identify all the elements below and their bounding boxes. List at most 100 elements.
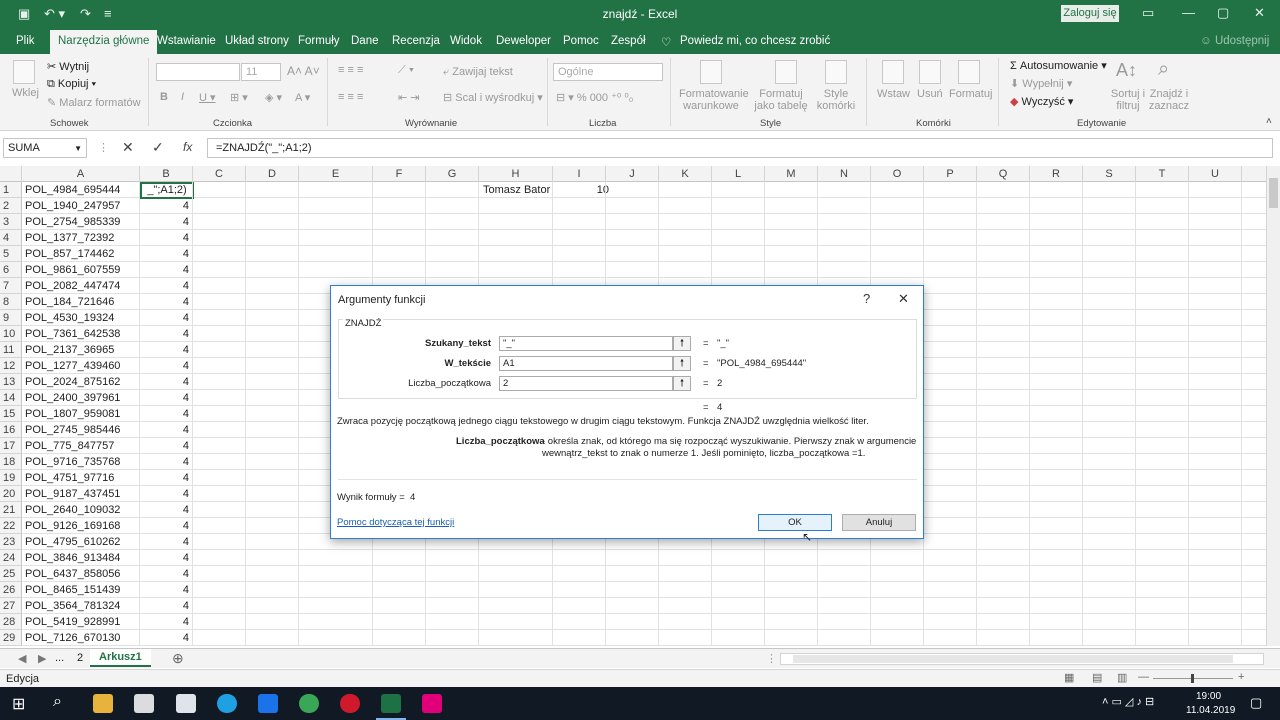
arg-input-2[interactable]: A1 [499, 356, 673, 371]
row-header[interactable]: 8 [0, 294, 22, 310]
minimize-icon[interactable]: — [1182, 5, 1195, 20]
cell-b[interactable]: 4 [140, 486, 192, 502]
underline-button[interactable]: U ▾ [199, 91, 216, 104]
conditional-format-button[interactable]: Formatowanie warunkowe [679, 88, 749, 112]
cell-b[interactable]: 4 [140, 438, 192, 454]
column-header-n[interactable]: N [818, 166, 871, 182]
tab-data[interactable]: Dane [351, 35, 379, 47]
copy-button[interactable]: ⧉ Kopiuj ▾ [47, 78, 96, 91]
format-cells-icon[interactable] [958, 60, 980, 84]
enter-formula-icon[interactable]: ✓ [152, 139, 164, 156]
maximize-icon[interactable]: ▢ [1217, 5, 1229, 21]
zoom-slider-thumb[interactable] [1191, 674, 1194, 683]
arg-collapse-1[interactable]: 🠕 [673, 336, 691, 351]
cell-b[interactable]: 4 [140, 310, 192, 326]
arg-collapse-2[interactable]: 🠕 [673, 356, 691, 371]
cell-b[interactable]: 4 [140, 230, 192, 246]
row-header[interactable]: 23 [0, 534, 22, 550]
page-break-view-icon[interactable]: ▥ [1117, 671, 1127, 684]
tab-formulas[interactable]: Formuły [298, 35, 340, 47]
row-header[interactable]: 24 [0, 550, 22, 566]
currency-icon[interactable]: ⊟ ▾ % 000 ⁺⁰ ⁰₀ [556, 91, 633, 104]
cell-i1[interactable]: 10 [558, 182, 609, 198]
left-align-icon[interactable]: ≡ ≡ ≡ [338, 91, 363, 103]
cell-a[interactable]: POL_9861_607559 [25, 262, 120, 278]
chrome-icon[interactable] [299, 694, 319, 713]
column-header-l[interactable]: L [712, 166, 765, 182]
search-icon[interactable]: ⌕ [53, 693, 62, 711]
cell-b[interactable]: 4 [140, 326, 192, 342]
store-icon[interactable] [134, 694, 154, 713]
help-link[interactable]: Pomoc dotycząca tej funkcji [337, 517, 454, 528]
cell-a[interactable]: POL_4795_610262 [25, 534, 120, 550]
row-header[interactable]: 26 [0, 582, 22, 598]
insert-cells-icon[interactable] [882, 60, 904, 84]
cell-b[interactable]: 4 [140, 406, 192, 422]
row-header[interactable]: 4 [0, 230, 22, 246]
cell-b[interactable]: 4 [140, 502, 192, 518]
row-header[interactable]: 5 [0, 246, 22, 262]
sheet-tab-arkusz1[interactable]: Arkusz1 [90, 649, 151, 667]
row-header[interactable]: 9 [0, 310, 22, 326]
find-icon[interactable]: ⌕ [1158, 58, 1169, 81]
paste-icon[interactable] [13, 60, 35, 84]
row-header[interactable]: 21 [0, 502, 22, 518]
cell-b[interactable]: 4 [140, 342, 192, 358]
tab-page-layout[interactable]: Układ strony [225, 35, 289, 47]
dialog-close-icon[interactable]: ✕ [898, 291, 909, 307]
tab-insert[interactable]: Wstawianie [157, 35, 216, 47]
cell-a[interactable]: POL_2137_36965 [25, 342, 114, 358]
cell-b[interactable]: 4 [140, 614, 192, 630]
cell-b[interactable]: 4 [140, 582, 192, 598]
find-select-button[interactable]: Znajdź i zaznacz [1147, 88, 1191, 112]
arg-collapse-3[interactable]: 🠕 [673, 376, 691, 391]
column-header-t[interactable]: T [1136, 166, 1189, 182]
cell-a[interactable]: POL_2082_447474 [25, 278, 120, 294]
bold-button[interactable]: B [160, 91, 168, 103]
cell-b[interactable]: 4 [140, 566, 192, 582]
name-box[interactable]: SUMA ▼ [3, 138, 87, 158]
cell-b[interactable]: 4 [140, 534, 192, 550]
horizontal-scrollbar[interactable] [780, 653, 1264, 665]
cell-a[interactable]: POL_3564_781324 [25, 598, 120, 614]
cell-b[interactable]: 4 [140, 598, 192, 614]
column-header-b[interactable]: B [140, 166, 193, 182]
format-cells-button[interactable]: Formatuj [949, 88, 992, 100]
column-header-m[interactable]: M [765, 166, 818, 182]
mail-icon[interactable] [176, 694, 196, 713]
tab-home[interactable]: Narzędzia główne [50, 30, 158, 54]
file-explorer-icon[interactable] [93, 694, 113, 713]
telekom-icon[interactable] [422, 694, 442, 713]
page-layout-view-icon[interactable]: ▤ [1092, 671, 1102, 684]
cell-a[interactable]: POL_8465_151439 [25, 582, 120, 598]
row-header[interactable]: 29 [0, 630, 22, 646]
row-header[interactable]: 2 [0, 198, 22, 214]
cell-b[interactable]: 4 [140, 454, 192, 470]
font-color-icon[interactable]: A ▾ [295, 91, 310, 104]
cell-a[interactable]: POL_9187_437451 [25, 486, 120, 502]
clear-button[interactable]: ◆ Wyczyść ▾ [1010, 95, 1073, 108]
cell-a[interactable]: POL_5419_928991 [25, 614, 120, 630]
add-sheet-icon[interactable]: ⊕ [172, 650, 184, 667]
cell-a[interactable]: POL_4530_19324 [25, 310, 114, 326]
column-header-u[interactable]: U [1189, 166, 1242, 182]
tab-view[interactable]: Widok [450, 35, 482, 47]
sort-filter-button[interactable]: Sortuj i filtruj [1108, 88, 1148, 112]
close-icon[interactable]: ✕ [1254, 5, 1265, 21]
column-header-p[interactable]: P [924, 166, 977, 182]
cell-b[interactable]: 4 [140, 246, 192, 262]
column-header-s[interactable]: S [1083, 166, 1136, 182]
autosum-button[interactable]: Σ Autosumowanie ▾ [1010, 59, 1107, 72]
cell-b[interactable]: 4 [140, 550, 192, 566]
sort-filter-icon[interactable]: A↕ [1116, 60, 1137, 81]
cell-b[interactable]: 4 [140, 518, 192, 534]
arg-input-3[interactable]: 2 [499, 376, 673, 391]
row-header[interactable]: 11 [0, 342, 22, 358]
grow-font-icon[interactable]: A˄ A˅ [287, 64, 320, 78]
cell-b[interactable]: 4 [140, 358, 192, 374]
column-header-g[interactable]: G [426, 166, 479, 182]
cell-a[interactable]: POL_9126_169168 [25, 518, 120, 534]
row-header[interactable]: 20 [0, 486, 22, 502]
top-align-icon[interactable]: ≡ ≡ ≡ [338, 64, 363, 76]
edge-icon[interactable] [258, 694, 278, 713]
